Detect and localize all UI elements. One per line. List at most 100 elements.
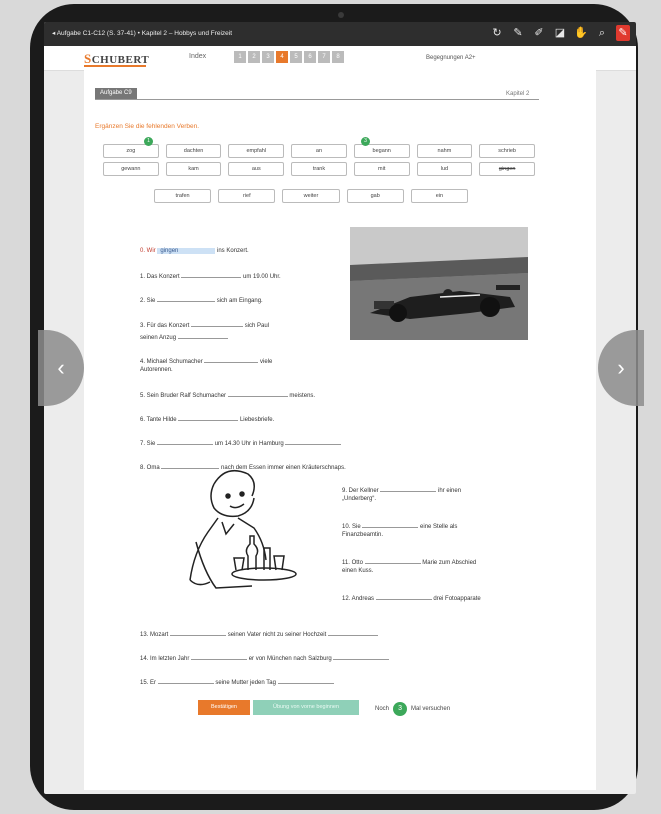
answer-field[interactable]	[227, 389, 288, 397]
index-link[interactable]: Index	[189, 53, 206, 60]
word-chip-used[interactable]: gingen	[479, 162, 535, 176]
answer-field[interactable]	[157, 294, 216, 302]
exercise-text: seinen Anzug	[140, 335, 177, 341]
exercise-10: 10. Sie eine Stelle als	[342, 520, 457, 530]
word-chip[interactable]: ein	[410, 189, 468, 203]
exercise-9: 9. Der Kellner ihr einen	[342, 484, 461, 494]
exercise-6: 6. Tante Hilde Liebesbriefe.	[140, 413, 274, 423]
waiter-illustration	[189, 469, 297, 589]
word-chip[interactable]: schrieb	[479, 144, 535, 158]
word-chip[interactable]: kam	[165, 162, 222, 176]
word-chip[interactable]: mit	[353, 162, 410, 176]
attempts-prefix: Noch	[375, 706, 390, 712]
page-button[interactable]: 8	[332, 51, 344, 63]
word-chip[interactable]: nahm	[416, 144, 473, 158]
chevron-right-icon: ›	[617, 355, 625, 380]
exercise-2: 2. Sie sich am Eingang.	[140, 294, 263, 304]
answer-field[interactable]	[191, 652, 248, 660]
exercise-9-cont: „Underberg“.	[342, 496, 376, 502]
answer-field[interactable]	[362, 520, 419, 528]
exercise-text: 13. Mozart	[140, 632, 169, 638]
pen-red-icon[interactable]: ✎	[616, 25, 630, 41]
exercise-11-cont: einen Kuss.	[342, 568, 373, 574]
answer-field[interactable]	[170, 628, 227, 636]
exercise-text: eine Stelle als	[420, 524, 458, 530]
exercise-text: viele	[260, 359, 273, 365]
word-chip[interactable]: gewann	[103, 162, 159, 176]
exercise-14: 14. Im letzten Jahr er von München nach …	[140, 652, 390, 662]
word-chip[interactable]: begann	[353, 144, 410, 158]
exercise-text: drei Fotoapparate	[433, 596, 481, 602]
answer-field[interactable]	[177, 331, 228, 339]
confirm-button[interactable]: Bestätigen	[198, 700, 250, 715]
answer-field[interactable]	[157, 437, 214, 445]
exercise-7: 7. Sie um 14.30 Uhr in Hamburg	[140, 437, 342, 447]
answer-field[interactable]	[178, 413, 239, 421]
page-button[interactable]: 1	[234, 51, 246, 63]
search-icon[interactable]: ⌕	[595, 25, 609, 41]
word-chip[interactable]: gab	[346, 189, 404, 203]
answer-field[interactable]	[327, 628, 378, 636]
word-chip[interactable]: zog	[103, 144, 159, 158]
exercise-text: Liebesbriefe.	[239, 417, 275, 423]
hand-icon[interactable]: ✋	[574, 25, 588, 41]
answer-field[interactable]	[277, 676, 334, 684]
exercise-text: 12. Andreas	[342, 596, 375, 602]
word-chip[interactable]: trafen	[154, 189, 212, 203]
word-chip[interactable]: an	[291, 144, 347, 158]
pencil-icon[interactable]: ✎	[511, 25, 525, 41]
marker-icon[interactable]: ✐	[532, 25, 546, 41]
answer-field-filled[interactable]: gingen	[157, 248, 216, 254]
exercise-4-cont: Autorennen.	[140, 367, 173, 373]
exercise-4: 4. Michael Schumacher viele	[140, 355, 272, 365]
exercise-text: 9. Der Kellner	[342, 488, 379, 494]
hint-badge: 1	[144, 137, 153, 146]
camera-dot	[338, 12, 344, 18]
answer-field[interactable]	[204, 355, 259, 363]
answer-field[interactable]	[364, 556, 421, 564]
exercise-text: ihr einen	[438, 488, 462, 494]
page-button[interactable]: 3	[262, 51, 274, 63]
screen: ◂ Aufgabe C1-C12 (S. 37-41) • Kapitel 2 …	[44, 22, 636, 794]
eraser-icon[interactable]: ◪	[553, 25, 567, 41]
page-button[interactable]: 7	[318, 51, 330, 63]
word-chip[interactable]: aus	[228, 162, 285, 176]
header-rule	[95, 99, 539, 100]
answer-field[interactable]	[157, 676, 214, 684]
word-chip[interactable]: weiter	[282, 189, 340, 203]
exercise-11: 11. Otto Marie zum Abschied	[342, 556, 476, 566]
exercise-text: 14. Im letzten Jahr	[140, 656, 190, 662]
exercise-text: 5. Sein Bruder Ralf Schumacher	[140, 393, 227, 399]
attempts-count-badge: 3	[393, 702, 408, 716]
answer-field[interactable]	[181, 270, 242, 278]
exercise-text: 10. Sie	[342, 524, 361, 530]
restart-exercise-button[interactable]: Übung von vorne beginnen	[253, 700, 359, 715]
answer-field[interactable]	[191, 319, 244, 327]
page-button-active[interactable]: 4	[276, 51, 288, 63]
word-chip[interactable]: trank	[291, 162, 347, 176]
exercise-15: 15. Er seine Mutter jeden Tag	[140, 676, 334, 686]
exercise-13: 13. Mozart seinen Vater nicht zu seiner …	[140, 628, 378, 638]
exercise-text: Marie zum Abschied	[422, 560, 477, 566]
page-button[interactable]: 6	[304, 51, 316, 63]
word-chip[interactable]: dachten	[165, 144, 222, 158]
exercise-0: 0. Wir gingen ins Konzert.	[140, 248, 249, 254]
exercise-text: „Underberg“.	[342, 496, 377, 502]
word-chip[interactable]: empfahl	[228, 144, 285, 158]
exercise-text: seinen Vater nicht zu seiner Hochzeit	[227, 632, 327, 638]
exercise-5: 5. Sein Bruder Ralf Schumacher meistens.	[140, 389, 315, 399]
word-chip[interactable]: lud	[416, 162, 473, 176]
answer-field[interactable]	[375, 592, 432, 600]
answer-field[interactable]	[285, 437, 342, 445]
page-button[interactable]: 5	[290, 51, 302, 63]
refresh-icon[interactable]: ↻	[490, 25, 504, 41]
answer-field[interactable]	[333, 652, 390, 660]
answer-field[interactable]	[380, 484, 437, 492]
page-button[interactable]: 2	[248, 51, 260, 63]
task-badge: Aufgabe C9	[95, 88, 137, 99]
app-topbar: ◂ Aufgabe C1-C12 (S. 37-41) • Kapitel 2 …	[44, 22, 636, 46]
app-title[interactable]: ◂ Aufgabe C1-C12 (S. 37-41) • Kapitel 2 …	[52, 29, 232, 37]
chapter-label: Kapitel 2	[506, 91, 530, 97]
word-bank: zog dachten empfahl an begann nahm schri…	[103, 144, 535, 176]
word-chip[interactable]: rief	[218, 189, 276, 203]
